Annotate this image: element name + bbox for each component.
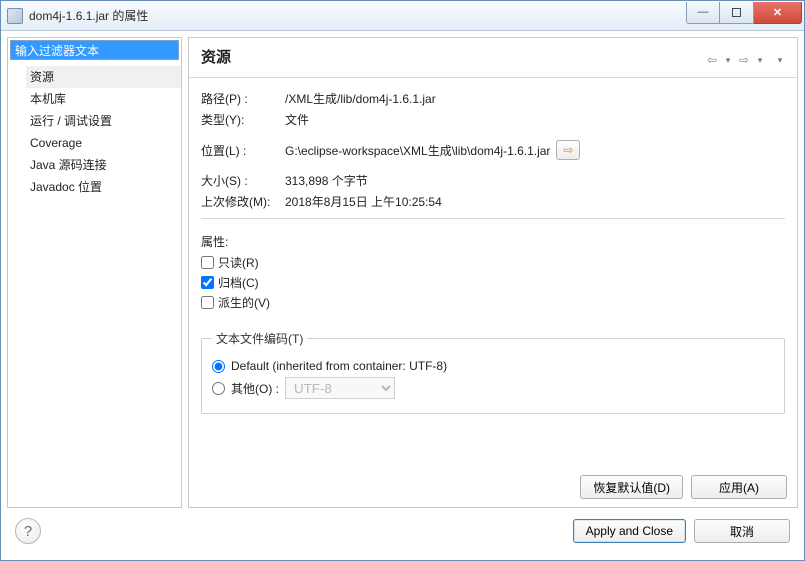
content-spacer <box>189 424 797 467</box>
attributes-heading: 属性: <box>201 233 785 250</box>
encoding-select[interactable]: UTF-8 <box>285 377 395 399</box>
archive-label: 归档(C) <box>218 274 259 291</box>
filter-input[interactable] <box>10 40 179 60</box>
encoding-other-radio[interactable] <box>212 382 225 395</box>
forward-menu-icon[interactable]: ▾ <box>753 53 767 67</box>
header-nav-arrows: ⇦ ▾ ⇨ ▾ ▾ <box>705 53 787 67</box>
kv-type-value: 文件 <box>279 109 580 130</box>
encoding-default-radio[interactable] <box>212 360 225 373</box>
derived-checkbox[interactable] <box>201 296 214 309</box>
nav-item-java-source[interactable]: Java 源码连接 <box>26 154 181 176</box>
kv-table: 路径(P) : /XML生成/lib/dom4j-1.6.1.jar 类型(Y)… <box>201 88 580 212</box>
archive-checkbox[interactable] <box>201 276 214 289</box>
filter-field-wrap <box>10 40 179 60</box>
content-buttons: 恢复默认值(D) 应用(A) <box>189 467 797 507</box>
location-row: G:\eclipse-workspace\XML生成\lib\dom4j-1.6… <box>285 140 580 160</box>
encoding-default-label: Default (inherited from container: UTF-8… <box>231 359 447 373</box>
cancel-button[interactable]: 取消 <box>694 519 790 543</box>
kv-size-value: 313,898 个字节 <box>279 170 580 191</box>
minimize-icon: — <box>698 6 709 18</box>
content-header: 资源 ⇦ ▾ ⇨ ▾ ▾ <box>189 38 797 78</box>
nav-item-coverage[interactable]: Coverage <box>26 132 181 154</box>
kv-type-label: 类型(Y): <box>201 109 279 130</box>
close-button[interactable]: ✕ <box>754 2 802 24</box>
back-icon[interactable]: ⇦ <box>705 53 719 67</box>
kv-path-value: /XML生成/lib/dom4j-1.6.1.jar <box>279 88 580 109</box>
app-icon <box>7 8 23 24</box>
menu-icon[interactable]: ▾ <box>773 53 787 67</box>
nav-tree: 资源 本机库 运行 / 调试设置 Coverage Java 源码连接 Java… <box>8 62 181 198</box>
restore-defaults-button[interactable]: 恢复默认值(D) <box>580 475 683 499</box>
back-menu-icon[interactable]: ▾ <box>721 53 735 67</box>
kv-location-value: G:\eclipse-workspace\XML生成\lib\dom4j-1.6… <box>285 142 550 159</box>
archive-row[interactable]: 归档(C) <box>201 274 785 291</box>
dialog-window: dom4j-1.6.1.jar 的属性 — ✕ 资源 本机库 运行 / 调试设置… <box>0 0 805 561</box>
apply-and-close-button[interactable]: Apply and Close <box>573 519 686 543</box>
nav-item-native-lib[interactable]: 本机库 <box>26 88 181 110</box>
forward-icon[interactable]: ⇨ <box>737 53 751 67</box>
window-buttons: — ✕ <box>686 2 802 24</box>
help-button[interactable]: ? <box>15 518 41 544</box>
readonly-checkbox[interactable] <box>201 256 214 269</box>
titlebar: dom4j-1.6.1.jar 的属性 — ✕ <box>1 1 804 31</box>
show-in-explorer-button[interactable]: ⇨ <box>556 140 580 160</box>
maximize-button[interactable] <box>720 2 754 24</box>
nav-pane: 资源 本机库 运行 / 调试设置 Coverage Java 源码连接 Java… <box>7 37 182 508</box>
encoding-group: 文本文件编码(T) Default (inherited from contai… <box>201 330 785 414</box>
kv-path-label: 路径(P) : <box>201 88 279 109</box>
readonly-label: 只读(R) <box>218 254 259 271</box>
kv-location-label: 位置(L) : <box>201 138 279 162</box>
show-in-explorer-icon: ⇨ <box>563 143 573 157</box>
encoding-other-row[interactable]: 其他(O) : UTF-8 <box>212 377 774 399</box>
help-icon: ? <box>24 523 32 540</box>
maximize-icon <box>732 8 741 17</box>
separator <box>201 218 785 219</box>
encoding-legend: 文本文件编码(T) <box>212 330 307 347</box>
kv-size-label: 大小(S) : <box>201 170 279 191</box>
derived-label: 派生的(V) <box>218 294 270 311</box>
minimize-button[interactable]: — <box>686 2 720 24</box>
nav-item-javadoc[interactable]: Javadoc 位置 <box>26 176 181 198</box>
nav-item-run-debug[interactable]: 运行 / 调试设置 <box>26 110 181 132</box>
properties-block: 路径(P) : /XML生成/lib/dom4j-1.6.1.jar 类型(Y)… <box>189 78 797 233</box>
dialog-footer: ? Apply and Close 取消 <box>7 508 798 554</box>
nav-item-resource[interactable]: 资源 <box>26 66 181 88</box>
window-title: dom4j-1.6.1.jar 的属性 <box>29 7 686 24</box>
encoding-default-row[interactable]: Default (inherited from container: UTF-8… <box>212 359 774 373</box>
kv-modified-label: 上次修改(M): <box>201 191 279 212</box>
dialog-body: 资源 本机库 运行 / 调试设置 Coverage Java 源码连接 Java… <box>1 31 804 560</box>
derived-row[interactable]: 派生的(V) <box>201 294 785 311</box>
encoding-other-label: 其他(O) : <box>231 380 279 397</box>
content-pane: 资源 ⇦ ▾ ⇨ ▾ ▾ 路径(P) : /XML生成/lib/dom4j-1.… <box>188 37 798 508</box>
apply-button[interactable]: 应用(A) <box>691 475 787 499</box>
split-panes: 资源 本机库 运行 / 调试设置 Coverage Java 源码连接 Java… <box>7 37 798 508</box>
kv-modified-value: 2018年8月15日 上午10:25:54 <box>279 191 580 212</box>
readonly-row[interactable]: 只读(R) <box>201 254 785 271</box>
close-icon: ✕ <box>773 6 782 19</box>
attributes-block: 属性: 只读(R) 归档(C) 派生的(V) <box>189 233 797 322</box>
page-title: 资源 <box>201 46 705 67</box>
